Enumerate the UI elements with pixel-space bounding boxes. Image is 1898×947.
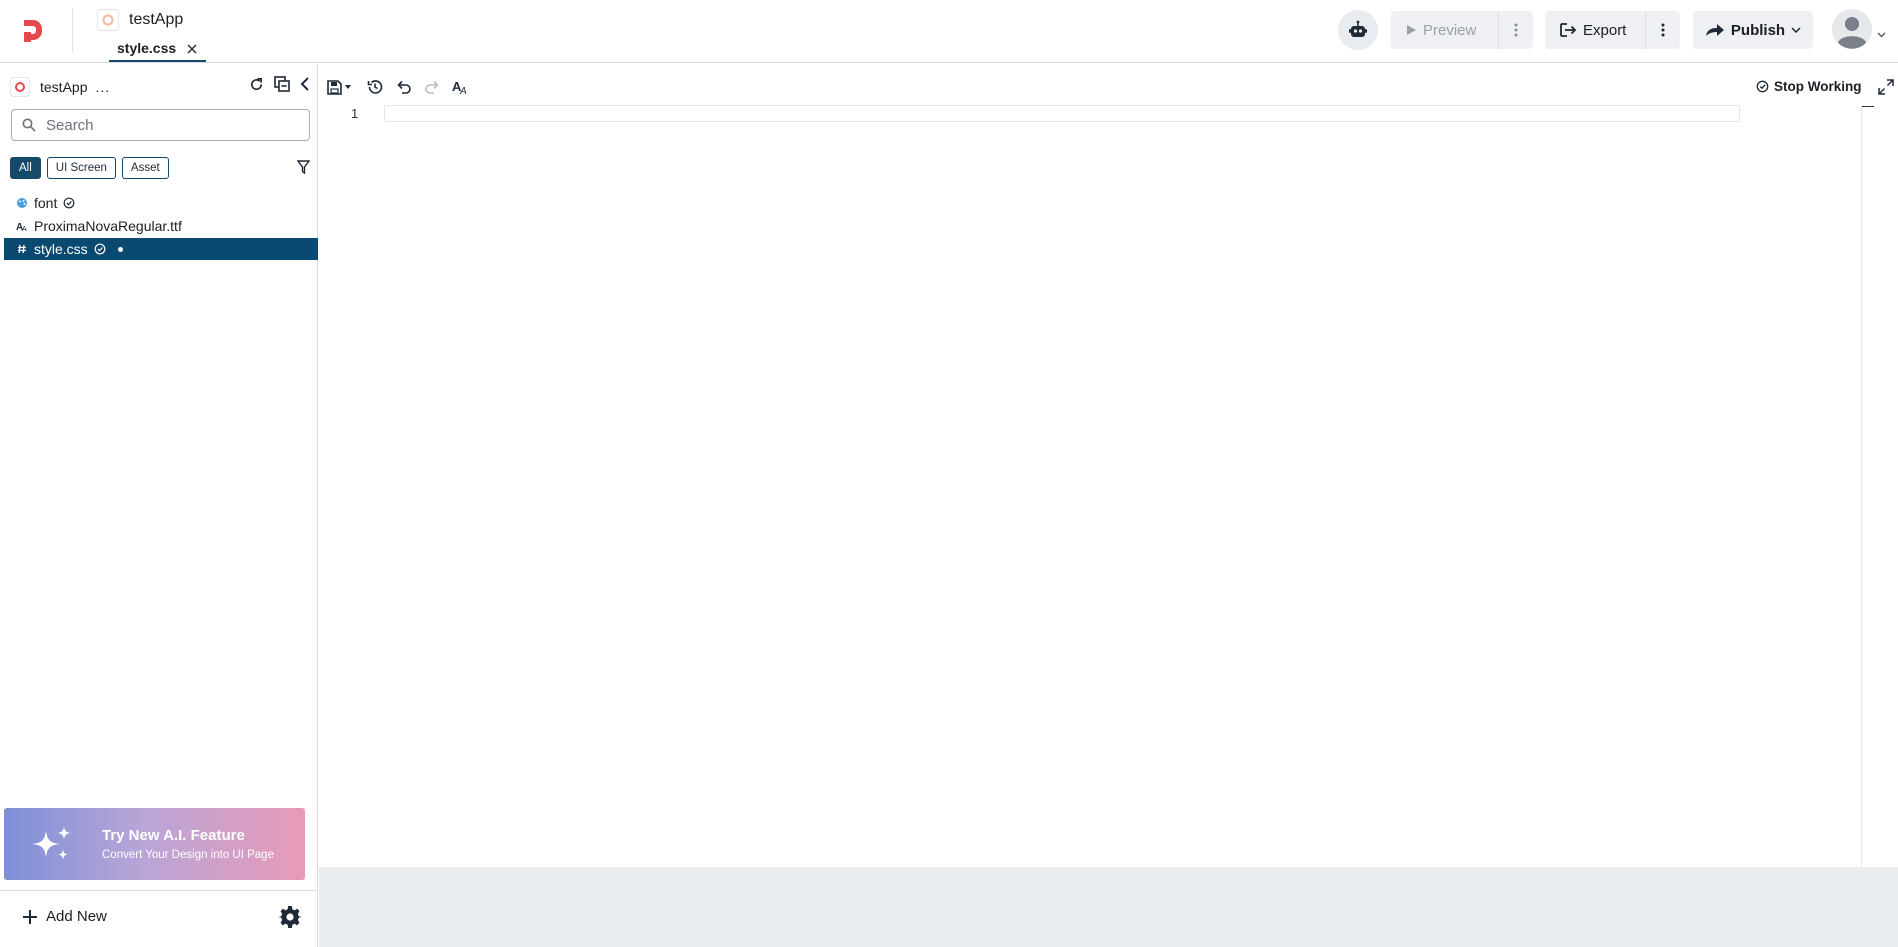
- preview-button-group: Preview: [1391, 11, 1533, 49]
- user-icon: [1832, 9, 1872, 49]
- stop-working-label: Stop Working: [1774, 79, 1862, 94]
- check-circle-icon: [1756, 80, 1769, 93]
- export-more-button[interactable]: [1646, 11, 1680, 49]
- history-icon[interactable]: [366, 78, 384, 96]
- export-label: Export: [1583, 21, 1627, 39]
- add-new-label: Add New: [46, 908, 107, 925]
- sparkles-icon: [30, 824, 74, 869]
- tree-item-font[interactable]: font: [4, 192, 318, 214]
- ai-feature-banner[interactable]: Try New A.I. Feature Convert Your Design…: [4, 808, 305, 880]
- check-circle-icon: [94, 243, 106, 255]
- tree-item-font-file[interactable]: AA ProximaNovaRegular.ttf: [4, 215, 318, 237]
- filter-chips: All UI Screen Asset: [10, 157, 169, 179]
- export-button[interactable]: Export: [1545, 11, 1646, 49]
- chevron-down-icon[interactable]: [1877, 25, 1886, 43]
- filter-chip-ui-screen[interactable]: UI Screen: [46, 157, 116, 179]
- ai-banner-subtitle: Convert Your Design into UI Page: [102, 849, 274, 861]
- tab-label: style.css: [117, 39, 177, 56]
- user-avatar[interactable]: [1832, 9, 1872, 49]
- font-format-icon[interactable]: AA: [452, 79, 470, 95]
- more-vertical-icon: [1514, 23, 1518, 37]
- tree-item-style-css[interactable]: style.css: [4, 238, 318, 260]
- save-button[interactable]: [327, 79, 354, 95]
- top-bar: testApp style.css Preview Export Publish: [0, 0, 1898, 63]
- undo-icon[interactable]: [396, 79, 412, 95]
- preview-more-button[interactable]: [1499, 11, 1533, 49]
- chevron-left-icon[interactable]: [300, 77, 310, 91]
- stop-working-button[interactable]: Stop Working: [1756, 79, 1862, 94]
- svg-text:A: A: [22, 226, 27, 232]
- editor-scrollbar[interactable]: [1861, 106, 1862, 867]
- tab-style-css[interactable]: style.css: [109, 35, 207, 62]
- close-icon[interactable]: [186, 42, 198, 54]
- preview-label: Preview: [1423, 21, 1477, 39]
- caret-down-icon: [345, 85, 351, 89]
- ai-banner-title: Try New A.I. Feature: [102, 827, 245, 844]
- search-input[interactable]: [44, 115, 288, 135]
- filter-icon[interactable]: [296, 160, 311, 179]
- publish-button[interactable]: Publish: [1693, 11, 1813, 49]
- more-vertical-icon: [1661, 23, 1665, 37]
- check-circle-icon: [63, 197, 75, 209]
- expand-icon[interactable]: [1878, 79, 1894, 100]
- refresh-icon[interactable]: [249, 77, 264, 92]
- project-more-button[interactable]: ...: [95, 79, 110, 95]
- tree-item-label: style.css: [34, 241, 88, 257]
- save-icon: [327, 79, 342, 95]
- filter-chip-asset[interactable]: Asset: [121, 157, 169, 179]
- file-tree: font AA ProximaNovaRegular.ttf style.css: [4, 192, 318, 261]
- plus-icon: [23, 909, 37, 924]
- settings-gear-icon[interactable]: [278, 905, 302, 934]
- filter-chip-all[interactable]: All: [10, 157, 41, 179]
- sidebar: testApp ... All UI Screen Asset: [0, 64, 318, 947]
- palette-icon: [16, 197, 28, 209]
- project-icon: [10, 77, 30, 97]
- line-number: 1: [351, 106, 359, 121]
- search-field: [11, 109, 310, 141]
- search-icon: [22, 118, 36, 132]
- share-arrow-icon: [1705, 24, 1724, 36]
- font-file-icon: AA: [16, 220, 28, 232]
- project-actions: [249, 76, 310, 92]
- redo-icon[interactable]: [424, 79, 440, 95]
- play-icon: [1407, 25, 1416, 35]
- add-new-button[interactable]: Add New: [22, 908, 107, 925]
- ai-bot-button[interactable]: [1338, 10, 1378, 50]
- project-header: testApp ...: [10, 76, 310, 98]
- project-name: testApp: [40, 79, 88, 95]
- editor-toolbar: AA: [327, 78, 470, 96]
- css-file-icon: [16, 244, 28, 254]
- code-line-input[interactable]: [384, 105, 1740, 122]
- code-editor: AA Stop Working 1: [319, 64, 1898, 867]
- publish-label: Publish: [1730, 21, 1786, 39]
- collapse-all-icon[interactable]: [274, 76, 290, 92]
- app-title: testApp: [129, 11, 184, 28]
- tree-item-label: ProximaNovaRegular.ttf: [34, 218, 182, 234]
- tree-item-label: font: [34, 195, 58, 211]
- export-icon: [1560, 23, 1577, 37]
- sidebar-footer: Add New: [0, 890, 317, 947]
- svg-text:A: A: [459, 86, 467, 95]
- bottom-panel: [319, 867, 1898, 947]
- preview-button[interactable]: Preview: [1391, 11, 1499, 49]
- chevron-down-icon: [1791, 27, 1801, 33]
- export-button-group: Export: [1545, 11, 1680, 49]
- app-logo-icon[interactable]: [20, 18, 46, 44]
- scrollbar-thumb[interactable]: [1862, 106, 1874, 107]
- unsaved-indicator: [117, 246, 123, 252]
- robot-icon: [1349, 20, 1367, 37]
- app-icon: [97, 9, 119, 31]
- header-divider: [72, 8, 73, 52]
